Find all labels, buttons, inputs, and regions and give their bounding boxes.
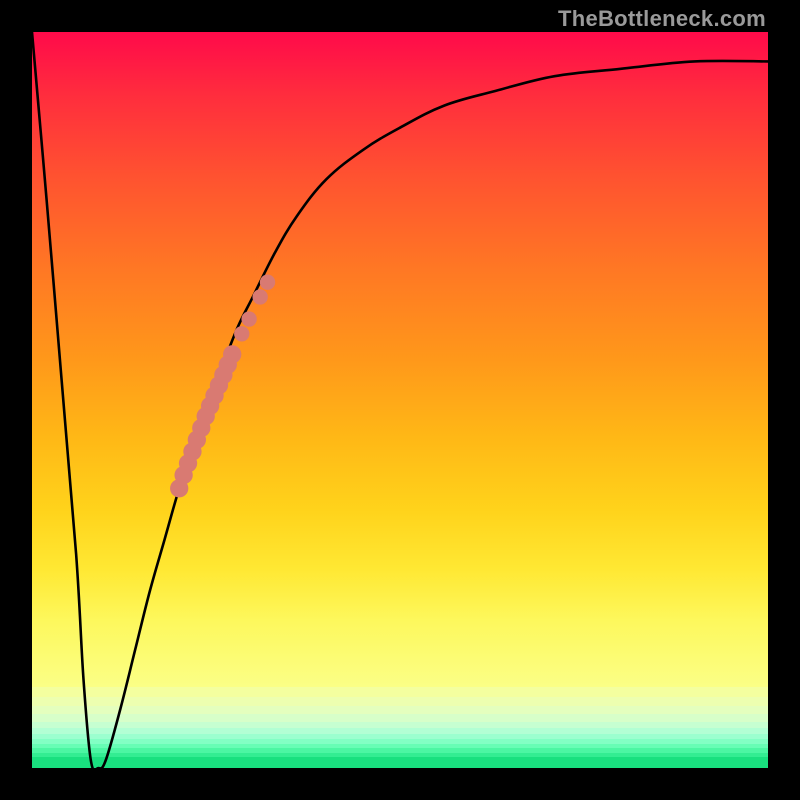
highlight-dot: [252, 289, 267, 304]
watermark-text: TheBottleneck.com: [558, 6, 766, 32]
highlight-dot: [260, 275, 275, 290]
highlight-dot: [223, 345, 241, 363]
chart-svg: [32, 32, 768, 768]
highlight-dot: [241, 311, 256, 326]
highlight-points: [170, 275, 275, 498]
chart-frame: TheBottleneck.com: [0, 0, 800, 800]
bottleneck-curve: [32, 32, 768, 768]
highlight-dot: [234, 326, 249, 341]
plot-area: [32, 32, 768, 768]
